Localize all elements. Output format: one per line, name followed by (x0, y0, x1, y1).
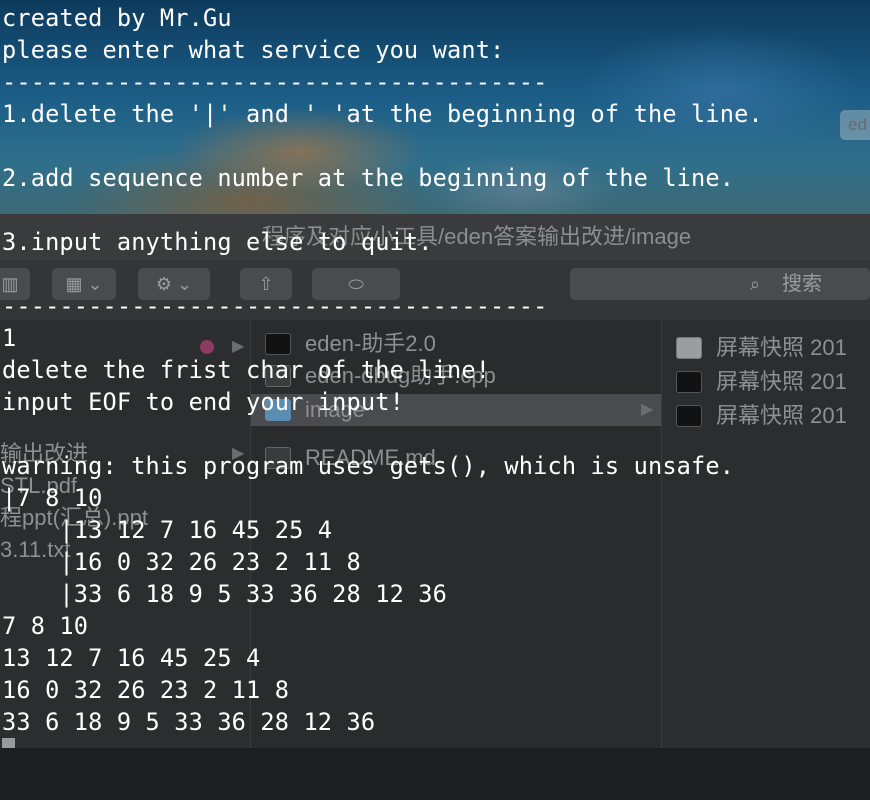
terminal-line: |13 12 7 16 45 25 4 (2, 516, 333, 544)
terminal-line: -------------------------------------- (2, 292, 548, 320)
terminal-line: 7 8 10 (2, 612, 89, 640)
terminal-line: delete the frist char of the line! (2, 356, 491, 384)
terminal-line: 3.input anything else to quit. (2, 228, 433, 256)
terminal-line: |7 8 10 (2, 484, 103, 512)
terminal-line: 33 6 18 9 5 33 36 28 12 36 (2, 708, 376, 736)
terminal-line: 13 12 7 16 45 25 4 (2, 644, 261, 672)
terminal-line: 2.add sequence number at the beginning o… (2, 164, 735, 192)
terminal-line: input EOF to end your input! (2, 388, 404, 416)
terminal-line: please enter what service you want: (2, 36, 505, 64)
terminal-line: warning: this program uses gets(), which… (2, 452, 735, 480)
terminal-line: 16 0 32 26 23 2 11 8 (2, 676, 290, 704)
terminal-output[interactable]: created by Mr.Gu please enter what servi… (0, 0, 870, 748)
terminal-line: created by Mr.Gu (2, 4, 232, 32)
terminal-cursor (2, 738, 15, 748)
terminal-line: -------------------------------------- (2, 68, 548, 96)
terminal-line: |33 6 18 9 5 33 36 28 12 36 (2, 580, 447, 608)
terminal-line: |16 0 32 26 23 2 11 8 (2, 548, 361, 576)
terminal-line: 1 (2, 324, 17, 352)
terminal-line: 1.delete the '|' and ' 'at the beginning… (2, 100, 763, 128)
